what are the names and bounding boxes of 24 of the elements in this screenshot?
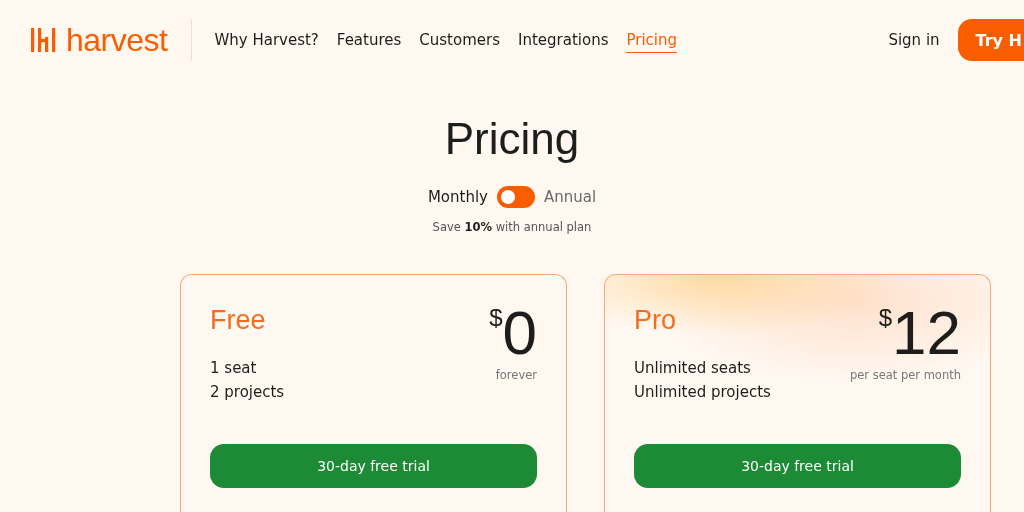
nav-link[interactable]: Why Harvest?: [214, 27, 319, 53]
billing-option[interactable]: Monthly: [427, 188, 488, 206]
plan-feature: 1 seat: [210, 358, 258, 379]
plan-feature: 2 projects: [210, 382, 285, 403]
free-trial-button[interactable]: 30-day free trial: [210, 444, 537, 488]
plan-feature: Unlimited projects: [634, 382, 771, 403]
sign-in-link[interactable]: Sign in: [888, 31, 940, 49]
free-trial-button[interactable]: 30-day free trial: [634, 444, 961, 488]
nav-link[interactable]: Customers: [419, 27, 500, 53]
plan-name: Pro: [634, 305, 678, 336]
nav-link[interactable]: Integrations: [518, 27, 609, 53]
billing-toggle[interactable]: [496, 186, 535, 208]
nav-link[interactable]: Features: [336, 27, 402, 53]
savings-note: Save 10% with annual plan: [431, 220, 593, 234]
price-period: per seat per month: [849, 368, 961, 382]
page-title: Pricing: [443, 114, 581, 164]
plan-price: 12: [892, 300, 961, 366]
plan-name: Free: [210, 305, 267, 336]
plan-feature: Unlimited seats: [634, 358, 752, 379]
plan-price: 0: [502, 300, 537, 366]
currency-sign: $: [489, 304, 503, 331]
currency-sign: $: [878, 304, 893, 331]
price-period: forever: [495, 368, 537, 382]
billing-option[interactable]: Annual: [543, 188, 597, 206]
